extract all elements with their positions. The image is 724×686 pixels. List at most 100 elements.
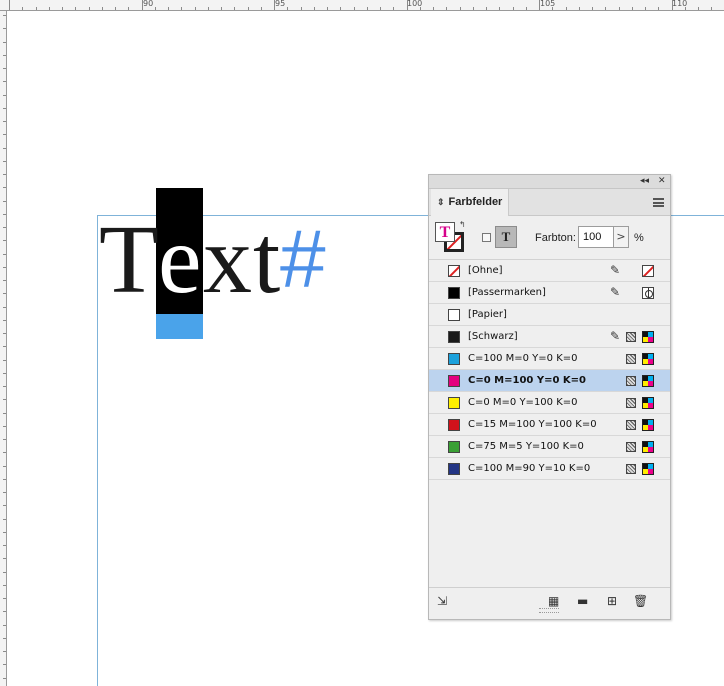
ruler-tick xyxy=(3,187,6,188)
swatch-row[interactable]: [Schwarz] ✎ xyxy=(429,326,670,348)
swatch-color-chip xyxy=(448,441,460,453)
ruler-tick xyxy=(380,7,381,10)
ruler-tick xyxy=(287,7,288,10)
tab-farbfelder[interactable]: ⇕ Farbfelder xyxy=(431,189,509,216)
ruler-tick xyxy=(499,7,500,10)
ruler-tick xyxy=(89,7,90,10)
text-char-t2[interactable]: t xyxy=(253,205,280,315)
new-color-group-icon[interactable]: ▬ xyxy=(577,594,588,608)
process-color-icon xyxy=(626,332,636,342)
updown-arrows-icon: ⇕ xyxy=(437,197,445,207)
ruler-tick xyxy=(605,7,606,10)
swatch-view-icon[interactable]: ▦ xyxy=(548,594,559,608)
formatting-text-toggle[interactable]: T xyxy=(495,226,517,248)
ruler-tick xyxy=(407,0,408,10)
ruler-tick xyxy=(9,0,10,10)
cmyk-mode-icon xyxy=(642,441,654,453)
ruler-tick xyxy=(3,161,6,162)
swatch-color-chip xyxy=(448,375,460,387)
ruler-tick xyxy=(3,558,6,559)
swatch-row[interactable]: C=15 M=100 Y=100 K=0 xyxy=(429,414,670,436)
swatch-color-chip xyxy=(448,309,460,321)
overset-text-marker[interactable]: # xyxy=(280,205,326,315)
swatch-color-chip xyxy=(448,331,460,343)
ruler-tick xyxy=(3,519,6,520)
delete-swatch-icon[interactable]: 🗑 xyxy=(633,594,648,608)
swatch-row[interactable]: C=75 M=5 Y=100 K=0 xyxy=(429,436,670,458)
tint-unit: % xyxy=(634,232,644,244)
process-color-icon xyxy=(626,464,636,474)
swatch-row[interactable]: C=100 M=90 Y=10 K=0 xyxy=(429,458,670,480)
ruler-tick xyxy=(3,611,6,612)
ruler-tick xyxy=(3,134,6,135)
swatch-list[interactable]: [Ohne] ✎ [Passermarken] ✎ [Papier] [Schwarz] ✎… xyxy=(429,260,670,480)
process-color-icon xyxy=(626,398,636,408)
swatches-panel[interactable]: ◂◂ ✕ ⇕ Farbfelder T ↰ T Farbton: 100 > % … xyxy=(428,174,671,620)
swatch-controls: T ↰ T Farbton: 100 > % xyxy=(429,216,670,260)
horizontal-ruler[interactable]: 90 95 100 105 110 xyxy=(0,0,724,11)
ruler-tick xyxy=(566,7,567,10)
swap-fill-stroke-icon[interactable]: ↰ xyxy=(459,220,466,229)
ruler-tick xyxy=(658,7,659,10)
formatting-container-toggle[interactable] xyxy=(482,233,491,242)
ruler-tick xyxy=(3,426,6,427)
ruler-tick xyxy=(22,7,23,10)
ruler-tick xyxy=(433,7,434,10)
collapse-icon[interactable]: ◂◂ xyxy=(640,176,649,186)
vertical-ruler[interactable] xyxy=(0,11,7,686)
ruler-tick xyxy=(539,0,540,10)
swatch-row[interactable]: [Papier] xyxy=(429,304,670,326)
swatch-color-chip xyxy=(448,287,460,299)
cmyk-mode-icon xyxy=(642,397,654,409)
text-char-e-selected[interactable]: e xyxy=(158,205,202,315)
ruler-tick xyxy=(3,505,6,506)
swatch-row[interactable]: C=0 M=100 Y=0 K=0 xyxy=(429,370,670,392)
ruler-tick xyxy=(3,492,6,493)
swatch-row[interactable]: [Passermarken] ✎ xyxy=(429,282,670,304)
tab-label: Farbfelder xyxy=(448,196,503,208)
ruler-tick xyxy=(3,307,6,308)
tint-dropdown-button[interactable]: > xyxy=(614,226,629,248)
ruler-tick xyxy=(3,572,6,573)
ruler-tick xyxy=(3,452,6,453)
swatch-name: C=100 M=90 Y=10 K=0 xyxy=(468,463,591,474)
ruler-tick xyxy=(3,227,6,228)
panel-menu-icon[interactable] xyxy=(653,198,664,207)
ruler-tick xyxy=(3,254,6,255)
ruler-tick xyxy=(3,625,6,626)
fill-stroke-widget[interactable]: T ↰ xyxy=(435,220,466,252)
swatch-name: C=75 M=5 Y=100 K=0 xyxy=(468,441,584,452)
swatch-name: C=100 M=0 Y=0 K=0 xyxy=(468,353,578,364)
resize-grip[interactable] xyxy=(539,608,559,613)
ruler-tick xyxy=(142,0,143,10)
cmyk-mode-icon xyxy=(642,419,654,431)
swatch-row[interactable]: [Ohne] ✎ xyxy=(429,260,670,282)
tint-input[interactable]: 100 xyxy=(578,226,614,248)
ruler-tick xyxy=(3,664,6,665)
ruler-tick xyxy=(3,678,6,679)
process-color-icon xyxy=(626,420,636,430)
swatch-row[interactable]: C=0 M=0 Y=100 K=0 xyxy=(429,392,670,414)
fill-swatch-icon[interactable]: T xyxy=(435,222,455,242)
ruler-tick xyxy=(3,466,6,467)
new-swatch-icon[interactable]: ⊞ xyxy=(607,594,617,608)
ruler-tick xyxy=(3,280,6,281)
margin-guide-top-right xyxy=(669,215,724,216)
import-swatches-icon[interactable]: ⇲ xyxy=(437,594,447,608)
ruler-tick xyxy=(3,201,6,202)
swatch-row[interactable]: C=100 M=0 Y=0 K=0 xyxy=(429,348,670,370)
ruler-tick xyxy=(672,0,673,10)
ruler-tick xyxy=(3,545,6,546)
ruler-tick xyxy=(221,7,222,10)
ruler-tick xyxy=(3,293,6,294)
ruler-tick xyxy=(314,7,315,10)
ruler-tick xyxy=(3,15,6,16)
text-char-t[interactable]: T xyxy=(99,205,159,315)
close-icon[interactable]: ✕ xyxy=(658,176,666,186)
ruler-tick xyxy=(115,7,116,10)
text-char-x[interactable]: x xyxy=(203,205,252,315)
ruler-tick xyxy=(3,267,6,268)
panel-title-bar[interactable]: ◂◂ ✕ xyxy=(429,175,670,189)
none-color-icon xyxy=(642,265,654,277)
margin-guide-left xyxy=(97,215,98,686)
